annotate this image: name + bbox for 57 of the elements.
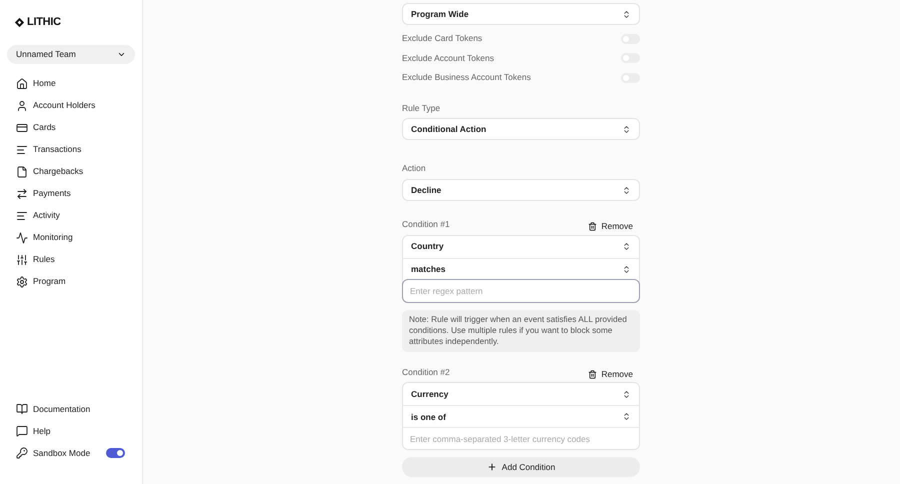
- select-field[interactable]: Conditional Action: [402, 118, 640, 140]
- toggle-label: Exclude Account Tokens: [402, 52, 494, 65]
- nav-item[interactable]: Sandbox Mode: [7, 442, 135, 464]
- nav-item[interactable]: Activity: [7, 204, 135, 226]
- toggle-label: Exclude Card Tokens: [402, 32, 482, 46]
- nav-item[interactable]: Rules: [7, 248, 135, 270]
- nav-item[interactable]: Monitoring: [7, 226, 135, 248]
- trash-icon: [588, 370, 598, 379]
- add-condition-button[interactable]: Add Condition: [402, 457, 640, 478]
- field-label: Rule Type: [402, 102, 442, 114]
- home-icon: [16, 78, 28, 90]
- chevrons-icon: [622, 264, 631, 274]
- chevrons-icon: [622, 10, 631, 18]
- select-field[interactable]: Decline: [402, 179, 640, 201]
- chat-icon: [16, 425, 28, 437]
- condition-fields[interactable]: Currency is one of Enter comma-separated 3-letter currency codes: [402, 382, 640, 450]
- nav-item[interactable]: Account Holders: [7, 94, 135, 116]
- chevrons-icon: [622, 242, 631, 252]
- nav-item[interactable]: Help: [7, 420, 135, 442]
- nav-item[interactable]: Program: [7, 270, 135, 292]
- user-icon: [16, 100, 28, 112]
- select-field[interactable]: Program Wide: [402, 3, 640, 25]
- team-dropdown[interactable]: Unnamed Team: [7, 44, 135, 64]
- key-icon: [16, 447, 28, 459]
- condition-fields[interactable]: Country matches Enter regex pattern: [402, 234, 640, 303]
- condition-title: Condition #1: [402, 218, 450, 231]
- logo-icon: [14, 16, 25, 28]
- logo-text: LITHIC: [27, 15, 61, 30]
- lines-icon: [16, 144, 28, 156]
- remove-button[interactable]: Remove: [588, 220, 640, 233]
- remove-button[interactable]: Remove: [588, 368, 640, 380]
- text-input[interactable]: Enter regex pattern: [402, 278, 640, 303]
- card-icon: [16, 122, 28, 134]
- nav-item[interactable]: Transactions: [7, 138, 135, 160]
- chevrons-icon: [622, 412, 631, 422]
- chevrons-icon: [622, 390, 631, 399]
- nav-item[interactable]: Cards: [7, 116, 135, 138]
- field-label: Action: [402, 162, 427, 175]
- chevrons-icon: [622, 124, 631, 134]
- sliders-icon: [16, 254, 28, 266]
- lines-icon: [16, 210, 28, 222]
- trash-icon: [588, 222, 598, 231]
- settings-icon: [16, 276, 28, 288]
- nav-item[interactable]: Home: [7, 72, 135, 94]
- chevrons-icon: [622, 186, 631, 194]
- book-icon: [16, 403, 28, 415]
- toggle-switch[interactable]: [106, 448, 125, 458]
- nav-item[interactable]: Payments: [7, 182, 135, 204]
- document-icon: [16, 166, 28, 178]
- pulse-icon: [16, 232, 28, 244]
- nav-item[interactable]: Chargebacks: [7, 160, 135, 182]
- note-text: Note: Rule will trigger when an event satisfies ALL provided conditions. Use multiple rules if you want to block some attributes independently.: [402, 310, 640, 352]
- nav-item[interactable]: Documentation: [7, 398, 135, 420]
- plus-icon: [486, 462, 497, 472]
- toggle-label: Exclude Business Account Tokens: [402, 71, 531, 84]
- condition-title: Condition #2: [402, 366, 450, 378]
- arrows-icon: [16, 188, 28, 200]
